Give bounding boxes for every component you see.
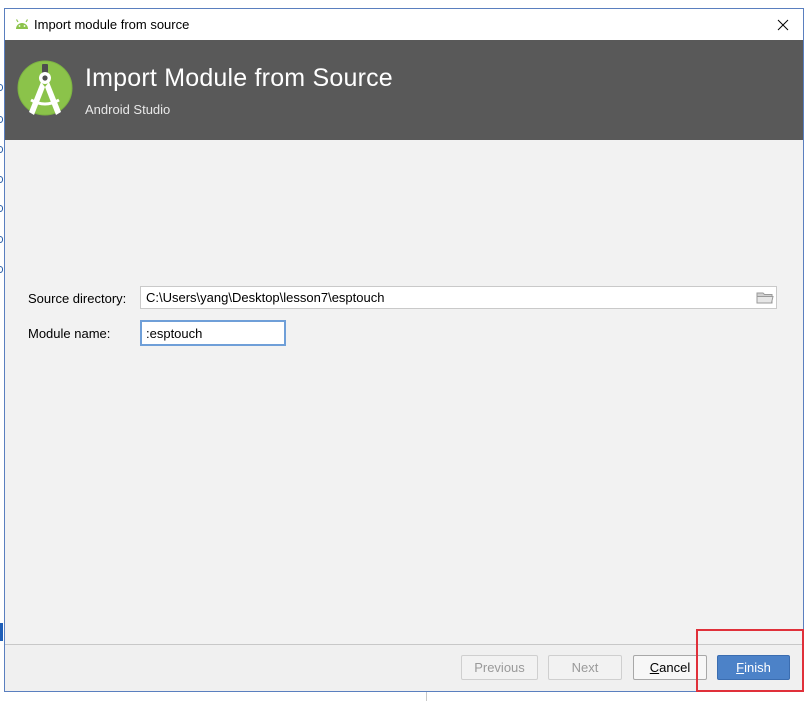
source-directory-input[interactable] [140, 286, 777, 309]
source-directory-label: Source directory: [28, 291, 127, 306]
window-title: Import module from source [34, 17, 190, 32]
close-button[interactable] [763, 9, 803, 40]
module-name-input[interactable] [140, 320, 286, 346]
background-selection-mark [0, 623, 3, 641]
next-button[interactable]: Next [548, 655, 622, 680]
wizard-subtitle: Android Studio [85, 102, 171, 117]
close-icon [777, 19, 789, 30]
folder-icon[interactable] [756, 291, 774, 305]
footer-separator [5, 644, 803, 645]
android-studio-logo [17, 60, 73, 116]
wizard-header: Import Module from Source Android Studio [5, 40, 803, 140]
import-module-dialog: Import module from source Import Module … [4, 8, 804, 692]
cancel-label-rest: ancel [659, 660, 691, 675]
previous-button[interactable]: Previous [461, 655, 538, 680]
title-bar[interactable]: Import module from source [5, 9, 803, 40]
cancel-mnemonic: C [649, 660, 660, 675]
android-icon [15, 19, 29, 29]
wizard-content [5, 140, 803, 644]
annotation-highlight-box [696, 629, 804, 692]
wizard-title: Import Module from Source [85, 64, 393, 92]
module-name-label: Module name: [28, 326, 111, 341]
